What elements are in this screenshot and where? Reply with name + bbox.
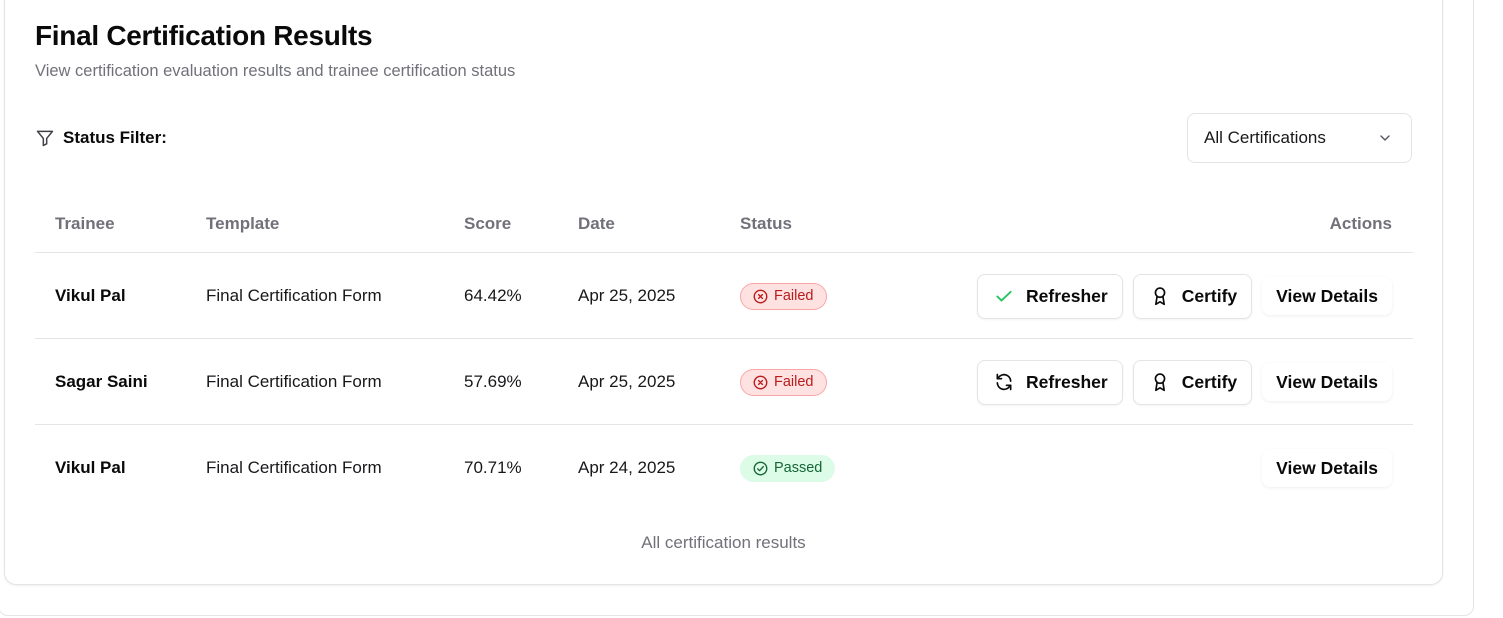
row-actions: View Details [1262, 425, 1392, 511]
certify-button[interactable]: Certify [1132, 359, 1253, 405]
refresher-label: Refresher [1026, 285, 1108, 306]
view-details-button[interactable]: View Details [1262, 449, 1392, 487]
trainee-name: Vikul Pal [55, 286, 126, 305]
score-value: 64.42% [464, 286, 522, 305]
column-header-trainee: Trainee [55, 214, 115, 233]
table-row: Sagar Saini Final Certification Form 57.… [35, 339, 1413, 425]
row-actions: Refresher Certify View Details [977, 339, 1392, 425]
view-details-button[interactable]: View Details [1262, 363, 1392, 401]
status-label: Failed [774, 288, 814, 304]
status-filter: Status Filter: [35, 128, 167, 148]
score-value: 57.69% [464, 372, 522, 391]
view-details-button[interactable]: View Details [1262, 277, 1392, 315]
table-header: Trainee Template Score Date Status Actio… [35, 198, 1413, 253]
refresh-icon [994, 372, 1014, 392]
status-badge: Failed [740, 368, 827, 396]
award-icon [1150, 286, 1170, 306]
trainee-name: Vikul Pal [55, 458, 126, 477]
status-label: Passed [774, 460, 823, 476]
certify-label: Certify [1181, 371, 1238, 392]
page-subtitle: View certification evaluation results an… [35, 62, 516, 80]
refresher-button[interactable]: Refresher [977, 359, 1123, 405]
page-title: Final Certification Results [35, 20, 373, 51]
column-header-template: Template [206, 214, 280, 233]
refresher-label: Refresher [1026, 371, 1108, 392]
date-value: Apr 24, 2025 [578, 458, 676, 477]
column-header-score: Score [464, 214, 512, 233]
refresher-button[interactable]: Refresher [977, 273, 1123, 319]
x-circle-icon [753, 375, 768, 390]
check-circle-icon [753, 461, 768, 476]
check-icon [994, 286, 1014, 306]
column-header-status: Status [740, 214, 792, 233]
date-value: Apr 25, 2025 [578, 286, 676, 305]
table-caption: All certification results [641, 533, 806, 552]
column-header-actions: Actions [1329, 214, 1392, 233]
score-value: 70.71% [464, 458, 522, 477]
x-circle-icon [753, 289, 768, 304]
status-badge: Passed [740, 454, 836, 482]
certify-label: Certify [1181, 285, 1238, 306]
status-cell: Passed [740, 425, 836, 511]
status-badge: Failed [740, 282, 827, 310]
certify-button[interactable]: Certify [1132, 273, 1253, 319]
status-label: Failed [774, 374, 814, 390]
results-table: Trainee Template Score Date Status Actio… [35, 198, 1413, 511]
date-value: Apr 25, 2025 [578, 372, 676, 391]
template-name: Final Certification Form [206, 372, 382, 391]
table-row: Vikul Pal Final Certification Form 64.42… [35, 253, 1413, 339]
chevron-down-icon [1377, 130, 1393, 146]
select-value: All Certifications [1204, 128, 1326, 147]
award-icon [1150, 372, 1170, 392]
status-cell: Failed [740, 253, 827, 339]
status-cell: Failed [740, 339, 827, 425]
template-name: Final Certification Form [206, 458, 382, 477]
template-name: Final Certification Form [206, 286, 382, 305]
certification-status-select[interactable]: All Certifications [1187, 113, 1412, 163]
row-actions: Refresher Certify View Details [977, 253, 1392, 339]
column-header-date: Date [578, 214, 615, 233]
filter-icon [35, 128, 55, 148]
table-row: Vikul Pal Final Certification Form 70.71… [35, 425, 1413, 511]
status-filter-label: Status Filter: [63, 128, 167, 147]
trainee-name: Sagar Saini [55, 372, 148, 391]
